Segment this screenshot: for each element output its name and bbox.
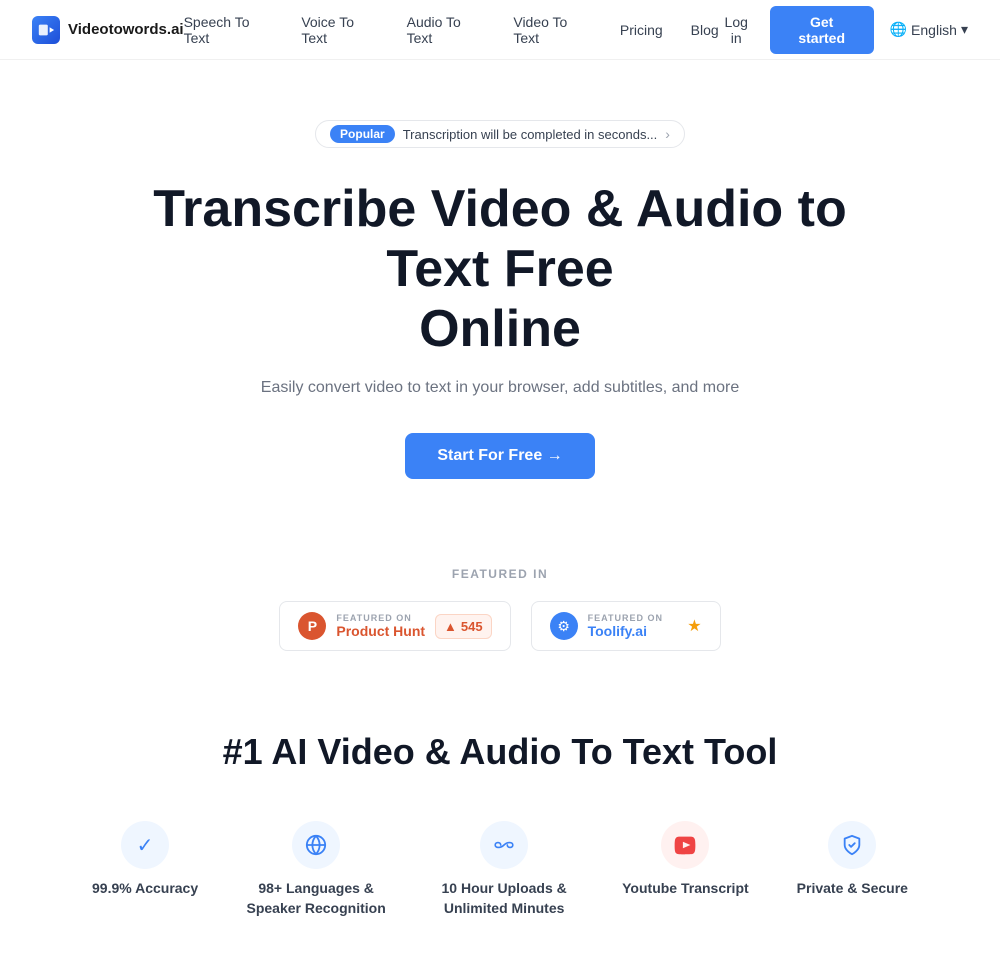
- hero-heading-line1: Transcribe Video & Audio to Text Free: [153, 180, 846, 298]
- product-hunt-name: Product Hunt: [336, 623, 425, 639]
- ai-section-heading: #1 AI Video & Audio To Text Tool: [20, 731, 980, 773]
- youtube-icon: [661, 821, 709, 869]
- feature-languages: 98+ Languages & Speaker Recognition: [246, 821, 386, 918]
- popular-badge: Popular: [330, 125, 395, 143]
- featured-label: FEATURED IN: [20, 567, 980, 581]
- cta-button[interactable]: Start For Free →: [405, 433, 594, 479]
- product-hunt-small-label: FEATURED ON: [336, 613, 425, 623]
- badge-arrow-icon: ›: [665, 126, 670, 142]
- feature-private: Private & Secure: [797, 821, 908, 918]
- private-label: Private & Secure: [797, 879, 908, 899]
- nav-audio-to-text[interactable]: Audio To Text: [407, 14, 486, 46]
- feature-accuracy: ✓ 99.9% Accuracy: [92, 821, 198, 918]
- nav-voice-to-text[interactable]: Voice To Text: [301, 14, 378, 46]
- toolify-badge[interactable]: ⚙ FEATURED ON Toolify.ai ★: [531, 601, 721, 651]
- languages-icon: [292, 821, 340, 869]
- flag-icon: 🌐: [890, 21, 907, 38]
- product-hunt-upvotes: ▲ 545: [435, 614, 492, 639]
- product-hunt-text-group: FEATURED ON Product Hunt: [336, 613, 425, 639]
- login-button[interactable]: Log in: [719, 14, 754, 46]
- toolify-small-label: FEATURED ON: [588, 613, 678, 623]
- chevron-down-icon: ▾: [961, 21, 968, 38]
- product-hunt-badge[interactable]: P FEATURED ON Product Hunt ▲ 545: [279, 601, 510, 651]
- hero-heading: Transcribe Video & Audio to Text Free On…: [150, 180, 850, 359]
- navbar: Videotowords.ai Speech To Text Voice To …: [0, 0, 1000, 60]
- nav-blog[interactable]: Blog: [691, 22, 719, 38]
- upvote-count: 545: [461, 619, 483, 634]
- hero-section: Popular Transcription will be completed …: [0, 60, 1000, 519]
- feature-uploads: 10 Hour Uploads & Unlimited Minutes: [434, 821, 574, 918]
- toolify-text-group: FEATURED ON Toolify.ai: [588, 613, 678, 639]
- hero-announcement-badge[interactable]: Popular Transcription will be completed …: [315, 120, 685, 148]
- feature-youtube: Youtube Transcript: [622, 821, 749, 918]
- hero-subtitle: Easily convert video to text in your bro…: [20, 379, 980, 397]
- toolify-name: Toolify.ai: [588, 623, 678, 639]
- hero-heading-line2: Online: [419, 300, 581, 358]
- upvote-arrow-icon: ▲: [444, 619, 457, 634]
- ai-section: #1 AI Video & Audio To Text Tool: [0, 683, 1000, 805]
- nav-links: Speech To Text Voice To Text Audio To Te…: [184, 14, 719, 46]
- nav-pricing[interactable]: Pricing: [620, 22, 663, 38]
- logo-icon: [32, 16, 60, 44]
- toolify-star-icon: ★: [687, 616, 701, 636]
- accuracy-icon: ✓: [121, 821, 169, 869]
- accuracy-label: 99.9% Accuracy: [92, 879, 198, 899]
- languages-label: 98+ Languages & Speaker Recognition: [246, 879, 386, 918]
- shield-icon: [828, 821, 876, 869]
- toolify-icon: ⚙: [550, 612, 578, 640]
- product-hunt-icon: P: [298, 612, 326, 640]
- youtube-label: Youtube Transcript: [622, 879, 749, 899]
- nav-right: Log in Get started 🌐 English ▾: [719, 6, 968, 54]
- uploads-icon: [480, 821, 528, 869]
- language-selector[interactable]: 🌐 English ▾: [890, 21, 968, 38]
- uploads-label: 10 Hour Uploads & Unlimited Minutes: [434, 879, 574, 918]
- get-started-button[interactable]: Get started: [770, 6, 874, 54]
- features-row: ✓ 99.9% Accuracy 98+ Languages & Speaker…: [0, 805, 1000, 966]
- featured-badges: P FEATURED ON Product Hunt ▲ 545 ⚙ FEATU…: [20, 601, 980, 651]
- logo-text: Videotowords.ai: [68, 21, 184, 38]
- badge-text: Transcription will be completed in secon…: [403, 127, 658, 142]
- nav-video-to-text[interactable]: Video To Text: [513, 14, 592, 46]
- nav-speech-to-text[interactable]: Speech To Text: [184, 14, 274, 46]
- logo[interactable]: Videotowords.ai: [32, 16, 184, 44]
- lang-label: English: [911, 22, 957, 38]
- featured-section: FEATURED IN P FEATURED ON Product Hunt ▲…: [0, 519, 1000, 683]
